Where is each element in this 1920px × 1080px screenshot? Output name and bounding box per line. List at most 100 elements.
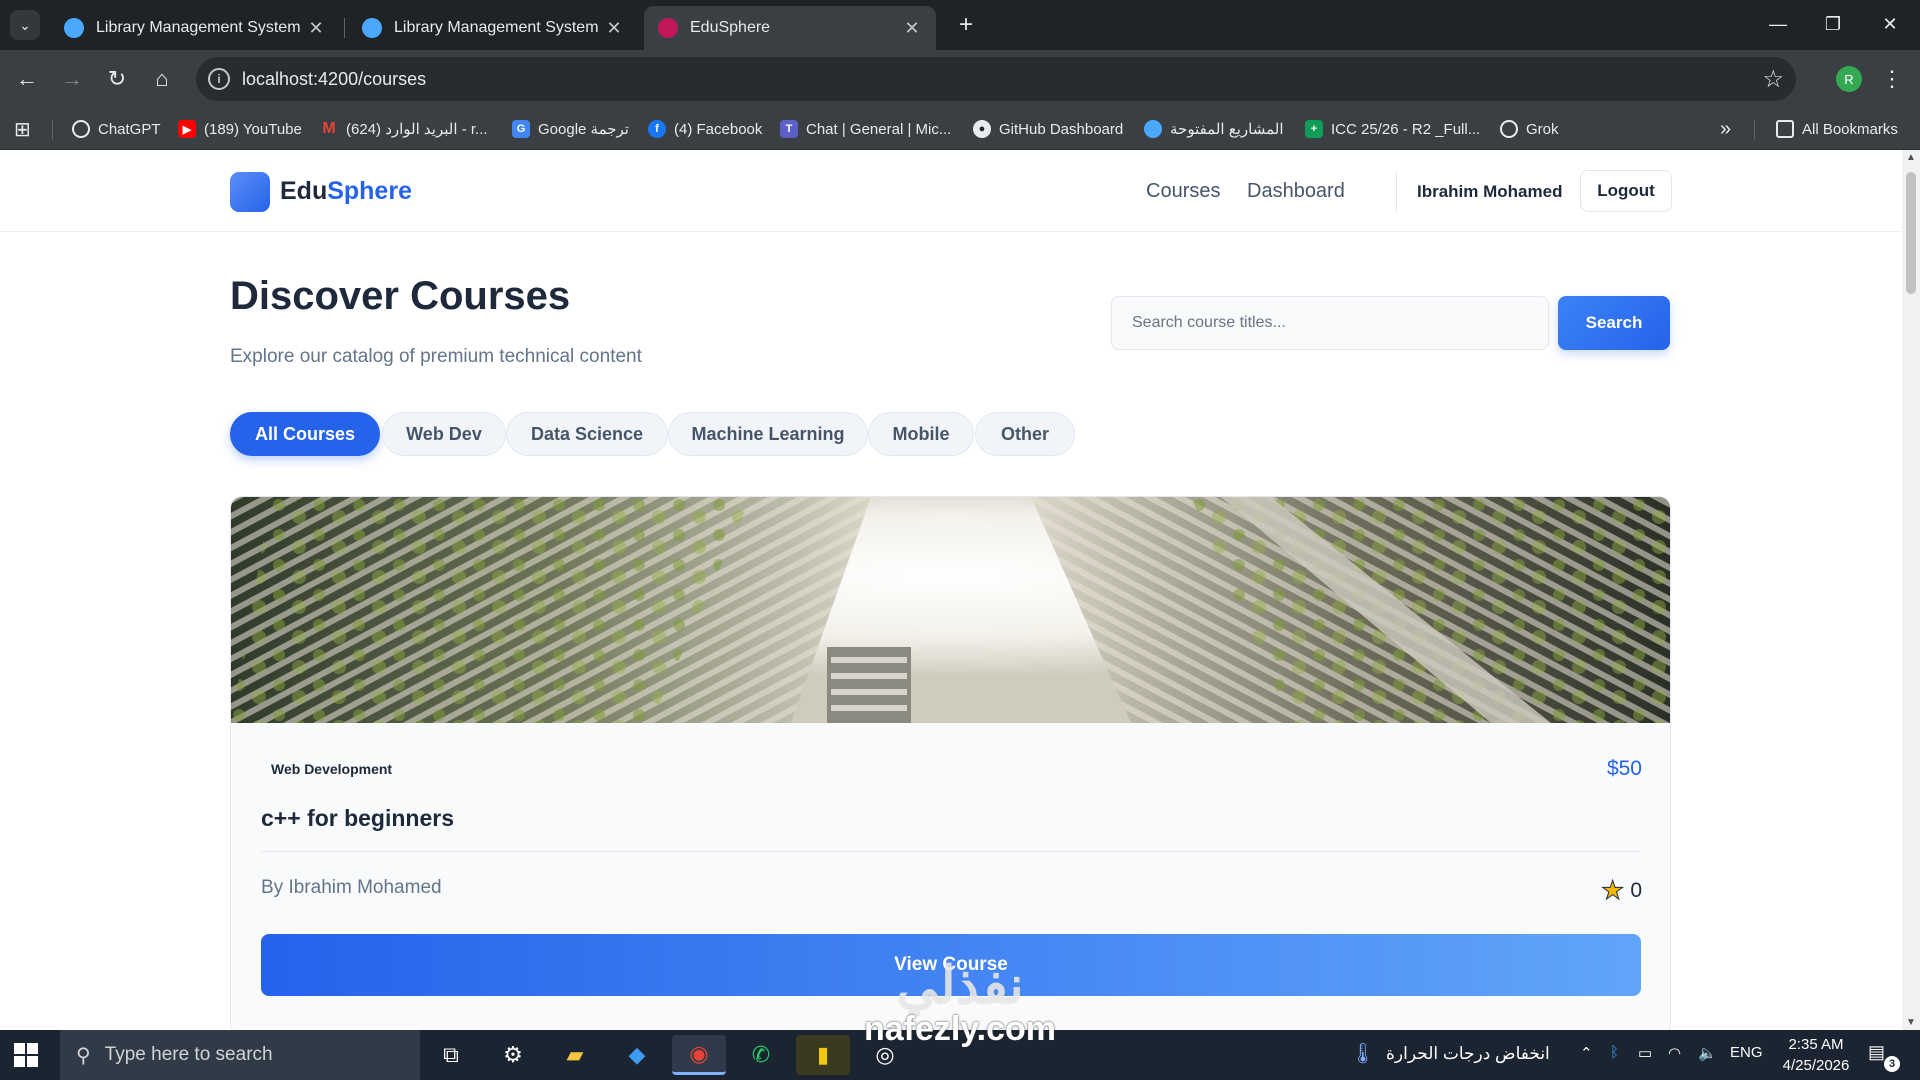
nav-dashboard[interactable]: Dashboard	[1247, 180, 1345, 203]
filter-other[interactable]: Other	[975, 412, 1075, 456]
profile-avatar[interactable]: R	[1836, 66, 1862, 92]
bookmark-icc-sheet[interactable]: + ICC 25/26 - R2 _Full...	[1305, 118, 1480, 140]
address-bar[interactable]: i localhost:4200/courses ☆	[196, 57, 1796, 101]
all-bookmarks[interactable]: All Bookmarks	[1776, 118, 1898, 140]
browser-tab-2[interactable]: Library Management System | Library Mana…	[348, 6, 638, 50]
course-rating: ★ 0	[1600, 875, 1642, 906]
browser-tab-active[interactable]: EduSphere ✕	[644, 6, 936, 50]
bookmark-star-icon[interactable]: ☆	[1762, 65, 1784, 94]
logo-icon[interactable]	[230, 172, 270, 212]
bookmark-facebook[interactable]: f (4) Facebook	[648, 118, 762, 140]
browser-toolbar: ← → ↻ ⌂ i localhost:4200/courses ☆ R ⋮	[0, 50, 1920, 108]
search-button[interactable]: Search	[1558, 296, 1670, 350]
filter-mobile[interactable]: Mobile	[868, 412, 974, 456]
sheets-icon: +	[1305, 120, 1323, 138]
view-course-button[interactable]: View Course	[261, 934, 1641, 996]
filter-all-courses[interactable]: All Courses	[230, 412, 380, 456]
settings-icon[interactable]: ⚙	[486, 1035, 540, 1075]
tab-close-icon[interactable]: ✕	[604, 18, 624, 39]
course-card[interactable]: Web Development $50 c++ for beginners By…	[230, 496, 1671, 1030]
tab-search-dropdown-icon[interactable]: ⌄	[10, 10, 40, 40]
home-icon[interactable]: ⌂	[147, 64, 177, 94]
notification-center-icon[interactable]: ▤ 3	[1868, 1042, 1900, 1072]
scroll-down-icon[interactable]: ▼	[1906, 1017, 1916, 1028]
language-indicator[interactable]: ENG	[1730, 1044, 1763, 1061]
file-explorer-icon[interactable]: ▰	[548, 1035, 602, 1075]
bookmark-label: (189) YouTube	[204, 120, 302, 138]
library-favicon-icon	[64, 18, 84, 38]
app-icon[interactable]: ◎	[858, 1035, 912, 1075]
logo-text[interactable]: EduSphere	[280, 177, 412, 206]
course-title[interactable]: c++ for beginners	[261, 805, 454, 832]
forward-icon[interactable]: →	[57, 64, 87, 94]
youtube-icon: ▶	[178, 120, 196, 138]
page-scrollbar[interactable]: ▲ ▼	[1902, 150, 1920, 1030]
app-header: EduSphere Courses Dashboard Ibrahim Moha…	[0, 150, 1902, 232]
bookmark-teams[interactable]: T Chat | General | Mic...	[780, 118, 951, 140]
back-icon[interactable]: ←	[12, 64, 42, 94]
bookmark-google-translate[interactable]: G Google ترجمة	[512, 118, 629, 140]
battery-icon[interactable]: ▭	[1638, 1044, 1652, 1062]
windows-start-icon[interactable]	[14, 1043, 38, 1067]
filter-data-science[interactable]: Data Science	[506, 412, 668, 456]
powerbi-icon[interactable]: ▮	[796, 1035, 850, 1075]
tab-close-icon[interactable]: ✕	[902, 18, 922, 39]
filter-web-dev[interactable]: Web Dev	[382, 412, 506, 456]
tab-close-icon[interactable]: ✕	[306, 18, 326, 39]
tab-title: EduSphere	[690, 19, 771, 36]
chrome-icon[interactable]: ◉	[672, 1035, 726, 1075]
library-favicon-icon	[362, 18, 382, 38]
header-divider	[1396, 172, 1397, 212]
url-text[interactable]: localhost:4200/courses	[242, 69, 426, 90]
nav-courses[interactable]: Courses	[1146, 180, 1220, 203]
minimize-icon[interactable]: —	[1758, 8, 1798, 40]
bookmark-separator	[1754, 120, 1755, 140]
volume-icon[interactable]: 🔈	[1698, 1044, 1717, 1062]
course-divider	[261, 851, 1641, 852]
bookmarks-overflow-icon[interactable]: »	[1720, 118, 1731, 140]
apps-grid-icon[interactable]: ⊞	[14, 118, 31, 141]
bookmark-grok[interactable]: Grok	[1500, 118, 1559, 140]
restore-icon[interactable]: ❐	[1813, 8, 1853, 40]
taskbar-search-placeholder: Type here to search	[104, 1044, 273, 1065]
bookmark-label: (4) Facebook	[674, 120, 763, 138]
logout-button[interactable]: Logout	[1580, 170, 1672, 212]
grok-icon	[1500, 120, 1518, 138]
filter-machine-learning[interactable]: Machine Learning	[668, 412, 868, 456]
bookmark-projects[interactable]: المشاريع المفتوحة	[1144, 118, 1284, 140]
browser-tab-1[interactable]: Library Management System | Library Mana…	[50, 6, 340, 50]
reload-icon[interactable]: ↻	[102, 64, 132, 94]
bookmark-chatgpt[interactable]: ChatGPT	[72, 118, 161, 140]
new-tab-button[interactable]: +	[950, 10, 982, 40]
weather-text[interactable]: انخفاض درجات الحرارة	[1386, 1044, 1550, 1064]
gmail-icon: M	[322, 120, 336, 137]
tab-separator	[344, 18, 345, 38]
course-price: $50	[1606, 757, 1642, 780]
browser-menu-icon[interactable]: ⋮	[1880, 64, 1904, 94]
scroll-up-icon[interactable]: ▲	[1906, 152, 1916, 163]
task-view-icon[interactable]: ⧉	[424, 1035, 478, 1075]
window-close-icon[interactable]: ✕	[1870, 8, 1910, 40]
whatsapp-icon[interactable]: ✆	[734, 1035, 788, 1075]
site-info-icon[interactable]: i	[208, 68, 230, 90]
translate-icon: G	[512, 120, 530, 138]
clock[interactable]: 2:35 AM 4/25/2026	[1770, 1034, 1862, 1076]
bookmark-youtube[interactable]: ▶ (189) YouTube	[178, 118, 302, 140]
scroll-thumb[interactable]	[1906, 172, 1916, 294]
bluetooth-icon[interactable]: ᛒ	[1610, 1044, 1619, 1061]
folder-icon	[1776, 120, 1794, 138]
thermometer-icon[interactable]: 🌡	[1350, 1041, 1375, 1066]
taskbar-search[interactable]: ⚲ Type here to search	[60, 1030, 420, 1080]
page-subtitle: Explore our catalog of premium technical…	[230, 346, 642, 367]
bookmark-gmail[interactable]: M (624) البريد الوارد - r...	[320, 118, 487, 140]
bookmark-label: Grok	[1526, 120, 1559, 138]
all-bookmarks-label: All Bookmarks	[1802, 120, 1898, 138]
clock-time: 2:35 AM	[1788, 1036, 1844, 1053]
vscode-icon[interactable]: ◆	[610, 1035, 664, 1075]
bookmark-github[interactable]: ● GitHub Dashboard	[973, 118, 1123, 140]
course-search-input[interactable]	[1111, 296, 1549, 350]
page-title: Discover Courses	[230, 274, 571, 318]
wifi-icon[interactable]: ◠	[1668, 1044, 1681, 1062]
tray-chevron-icon[interactable]: ⌃	[1580, 1044, 1593, 1062]
user-name: Ibrahim Mohamed	[1417, 182, 1563, 201]
